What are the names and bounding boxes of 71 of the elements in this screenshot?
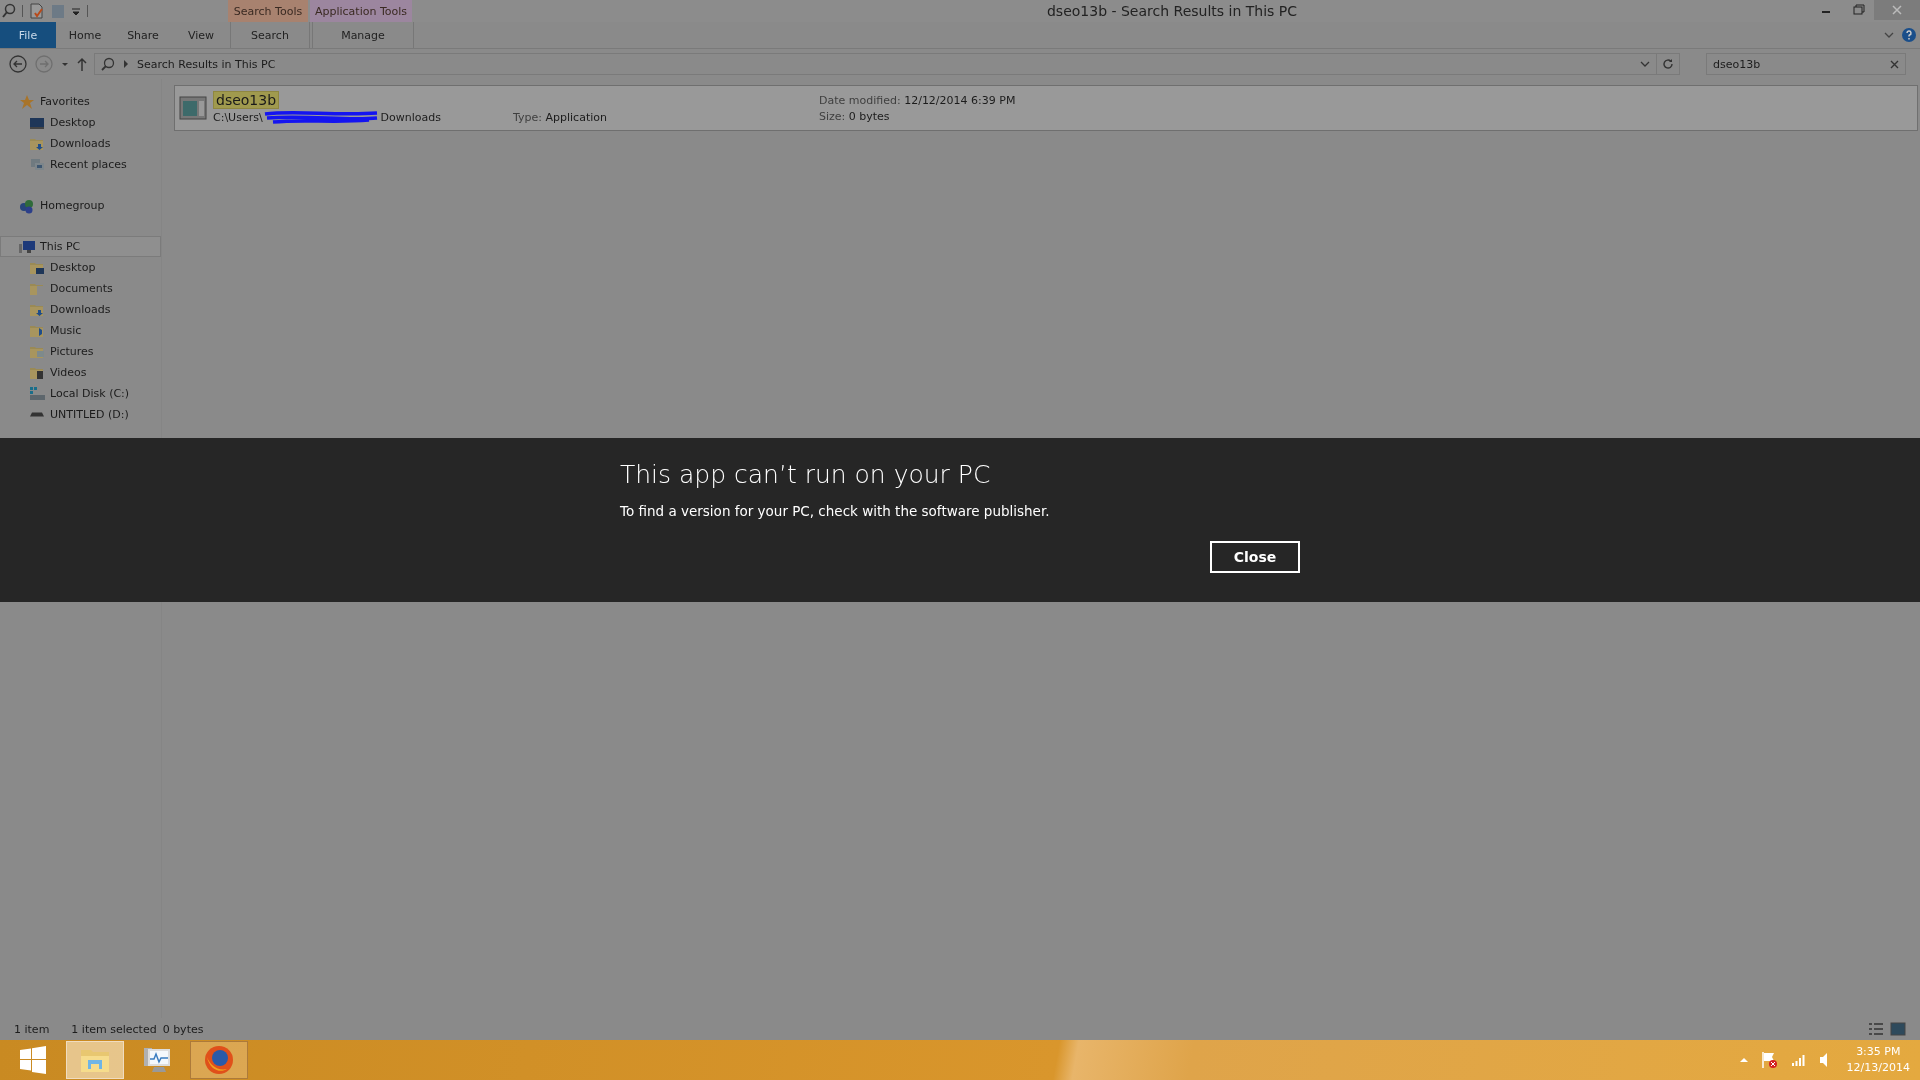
application-icon [179,95,207,121]
ribbon-tab[interactable]: Home [56,22,114,48]
clock-time: 3:35 PM [1856,1044,1901,1060]
properties-icon[interactable] [29,3,45,19]
search-field[interactable]: dseo13b [1706,53,1906,75]
dialog-title: This app can’t run on your PC [620,460,992,489]
sidebar-item[interactable]: Videos [0,362,161,383]
path-text: Downloads [380,110,442,124]
refresh-icon [1662,58,1674,70]
chevron-down-icon[interactable] [1884,31,1894,39]
contextual-tab-header: Application Tools [310,0,412,22]
selection-count: 1 item selected [71,1022,157,1036]
sidebar-item[interactable]: Documents [0,278,161,299]
sidebar-item[interactable]: Local Disk (C:) [0,383,161,404]
speaker-icon[interactable] [1818,1052,1829,1068]
close-icon[interactable] [1874,0,1920,20]
date-modified: Date modified: 12/12/2014 6:39 PM [819,93,1016,107]
sidebar-item[interactable]: Pictures [0,341,161,362]
contextual-tab-header: Search Tools [228,0,308,22]
monitor-chart-icon [142,1046,172,1074]
windows-logo-icon [19,1046,47,1074]
ribbon-tab[interactable]: View [172,22,230,48]
file-name[interactable]: dseo13b [213,91,280,109]
sidebar-item[interactable]: Downloads [0,299,161,320]
clock-date: 12/13/2014 [1846,1060,1910,1076]
selection-size: 0 bytes [162,1022,204,1036]
file-type: Type: Application [513,109,608,124]
sidebar-item[interactable]: Desktop [0,112,161,133]
back-icon[interactable] [8,54,28,74]
sidebar-item[interactable]: This PC [0,236,161,257]
sidebar-item[interactable]: Favorites [0,91,161,112]
ribbon-tab[interactable]: Search [230,22,310,48]
large-icons-view-icon[interactable] [1890,1022,1906,1036]
dropdown-icon[interactable] [71,6,81,16]
globe-icon [204,1045,234,1075]
ribbon-tab[interactable]: Manage [312,22,414,48]
details-view-icon[interactable] [1868,1022,1884,1036]
recent-places-icon [29,156,45,173]
disk-drive-icon [29,385,45,402]
dialog-message: To find a version for your PC, check with the software publisher. [620,503,1051,519]
help-icon[interactable] [1902,28,1916,42]
up-arrow-icon[interactable] [76,56,88,72]
refresh-button[interactable] [1656,53,1680,75]
search-icon [101,57,115,71]
removable-drive-icon [29,412,45,417]
item-count: 1 item [14,1022,50,1036]
sidebar-item[interactable]: Music [0,320,161,341]
flag-error-icon[interactable] [1760,1051,1779,1069]
search-icon[interactable] [2,3,16,19]
chevron-right-icon [123,60,129,68]
path-text: C:\Users\ [213,110,263,124]
sidebar-item[interactable]: UNTITLED (D:) [0,404,161,425]
sidebar-item[interactable]: Homegroup [0,195,161,216]
close-button[interactable]: Close [1210,541,1300,573]
star-icon [19,93,35,110]
sidebar-item[interactable]: Desktop [0,257,161,278]
homegroup-icon [19,197,35,214]
taskbar-button[interactable] [190,1041,248,1079]
file-size: Size: 0 bytes [819,109,891,123]
result-row[interactable]: dseo13b C:\Users\ Downloads Type: Application Date modified: 12/12/2014 6:39 PM Size: 0 bytes [174,85,1918,131]
ribbon-tab[interactable]: Share [114,22,172,48]
ribbon-tab[interactable]: File [0,22,56,48]
sidebar-item[interactable]: Recent places [0,154,161,175]
address-bar[interactable]: Search Results in This PC [94,53,1657,75]
computer-icon [19,238,35,255]
clear-icon[interactable] [1890,60,1899,69]
window-title: dseo13b - Search Results in This PC [1045,2,1299,21]
sidebar-item[interactable]: Downloads [0,133,161,154]
show-hidden-icons-icon[interactable] [1738,1056,1749,1064]
signal-bars-icon[interactable] [1790,1053,1807,1067]
chevron-down-icon[interactable] [1640,60,1650,68]
